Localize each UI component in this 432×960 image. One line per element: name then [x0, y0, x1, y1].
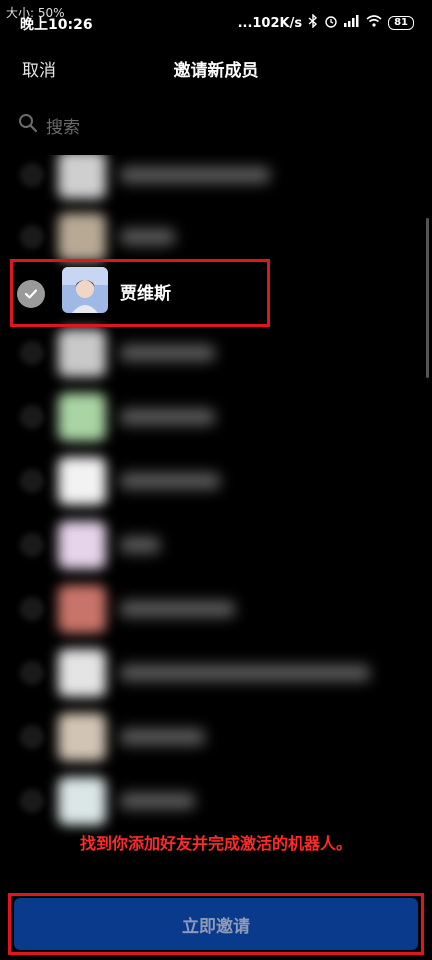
clock: 晚上10:26 — [20, 17, 93, 33]
avatar — [58, 585, 106, 633]
bluetooth-icon — [308, 13, 318, 32]
list-item[interactable] — [0, 515, 432, 579]
wifi-icon — [366, 15, 382, 31]
search-icon — [18, 113, 38, 137]
checkbox[interactable] — [20, 469, 44, 493]
checkbox[interactable] — [20, 789, 44, 813]
contact-name-blurred — [120, 345, 215, 361]
avatar — [58, 713, 106, 761]
checkbox[interactable] — [20, 341, 44, 365]
list-item[interactable] — [0, 579, 432, 643]
avatar — [58, 457, 106, 505]
network-speed: ...102K/s — [237, 15, 303, 31]
avatar — [58, 393, 106, 441]
list-item[interactable] — [0, 707, 432, 771]
checkbox[interactable] — [20, 533, 44, 557]
status-bar: 大小: 50% 晚上10:26 ...102K/s 81 — [0, 0, 432, 40]
checkbox[interactable] — [20, 163, 44, 187]
checkbox[interactable] — [20, 225, 44, 249]
avatar — [58, 649, 106, 697]
scrollbar[interactable] — [426, 218, 429, 378]
highlight-box — [10, 259, 270, 327]
battery-indicator: 81 — [388, 16, 414, 30]
checkbox[interactable] — [20, 661, 44, 685]
status-icons: ...102K/s 81 — [237, 13, 414, 32]
checkbox[interactable] — [20, 725, 44, 749]
contact-name-blurred — [120, 793, 195, 809]
contact-name-blurred — [120, 537, 160, 553]
contact-name-blurred — [120, 473, 220, 489]
contact-name-blurred — [120, 665, 370, 681]
checkbox[interactable] — [20, 405, 44, 429]
avatar — [58, 155, 106, 199]
search-placeholder: 搜索 — [46, 117, 80, 138]
contact-name-blurred — [120, 729, 205, 745]
invite-now-button[interactable]: 立即邀请 — [14, 898, 418, 950]
list-item[interactable] — [0, 451, 432, 515]
avatar — [58, 521, 106, 569]
list-item[interactable] — [0, 155, 432, 209]
checkbox[interactable] — [20, 597, 44, 621]
avatar — [58, 329, 106, 377]
alarm-icon — [324, 14, 338, 32]
cancel-button[interactable]: 取消 — [22, 56, 56, 81]
list-item[interactable] — [0, 771, 432, 835]
list-item[interactable] — [0, 323, 432, 387]
list-item[interactable] — [0, 387, 432, 451]
avatar — [58, 213, 106, 261]
page-title: 邀请新成员 — [173, 61, 259, 81]
avatar — [58, 777, 106, 825]
search-field[interactable]: 搜索 — [18, 110, 408, 140]
annotation-hint: 找到你添加好友并完成激活的机器人。 — [79, 834, 352, 853]
contact-name-blurred — [120, 229, 175, 245]
contact-name-blurred — [120, 601, 235, 617]
contact-name-blurred — [120, 167, 270, 183]
signal-icon — [344, 15, 360, 31]
list-item[interactable] — [0, 643, 432, 707]
contact-name-blurred — [120, 409, 215, 425]
